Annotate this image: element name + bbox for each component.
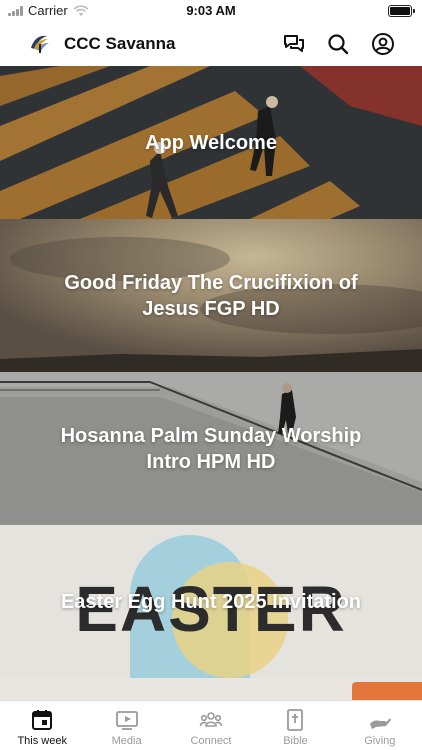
feed-card[interactable]: App Welcome [0, 66, 422, 219]
tab-label: Connect [190, 735, 232, 747]
tab-bible[interactable]: Bible [253, 701, 337, 750]
people-icon [199, 712, 223, 727]
search-icon[interactable] [326, 32, 350, 56]
tab-media[interactable]: Media [84, 701, 168, 750]
status-bar: Carrier 9:03 AM [0, 0, 422, 22]
tab-label: Media [111, 735, 142, 747]
bible-icon [287, 709, 304, 731]
profile-icon[interactable] [371, 32, 395, 56]
tab-label: Giving [364, 735, 396, 747]
hand-icon [369, 718, 391, 729]
feed-card[interactable]: EASTER Easter Egg Hunt 2025 Invitation [0, 525, 422, 678]
app-header: CCC Savanna [0, 22, 422, 66]
feed-list[interactable]: App Welcome Good Friday The Crucifixion … [0, 66, 422, 700]
tab-label: This week [17, 735, 67, 747]
tab-label: Bible [283, 735, 308, 747]
app-title: CCC Savanna [64, 34, 176, 53]
church-logo-icon [31, 35, 49, 53]
tab-connect[interactable]: Connect [169, 701, 253, 750]
clock: 9:03 AM [186, 3, 236, 18]
tab-giving[interactable]: Giving [338, 701, 422, 750]
battery-icon [388, 5, 415, 17]
card-title: App Welcome [145, 131, 277, 154]
feed-card[interactable]: Hosanna Palm Sunday Worship Intro HPM HD [0, 372, 422, 525]
tab-this-week[interactable]: This week [0, 701, 84, 750]
feed-card[interactable]: Good Friday The Crucifixion of Jesus FGP… [0, 219, 422, 372]
feed-card-partial[interactable] [0, 678, 422, 700]
chat-icon[interactable] [282, 32, 306, 56]
card-title: Easter Egg Hunt 2025 Invitation [60, 590, 362, 613]
card-title: Good Friday The Crucifixion of Jesus FGP… [64, 271, 358, 320]
card-title: Hosanna Palm Sunday Worship Intro HPM HD [60, 424, 362, 473]
play-icon [115, 711, 138, 730]
calendar-icon [32, 710, 53, 730]
tab-bar: This week Media Connect Bible Giving [0, 700, 422, 750]
